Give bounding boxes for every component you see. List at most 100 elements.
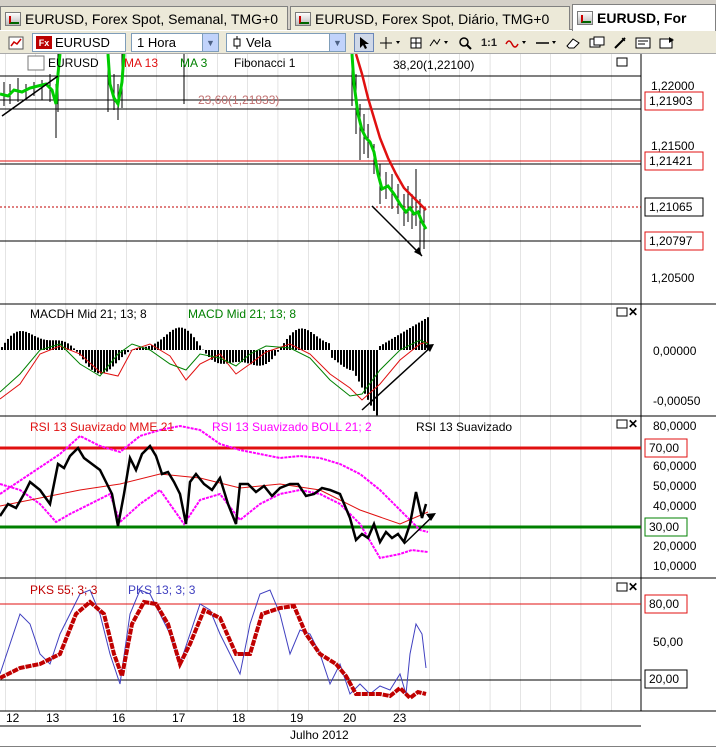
tab-label: EURUSD, Forex Spot, Semanal, TMG+0 [25, 10, 278, 27]
rsi-tick: 80,0000 [653, 419, 697, 433]
tab-weekly[interactable]: EURUSD, Forex Spot, Semanal, TMG+0 [0, 6, 288, 30]
legend-macdh[interactable]: MACDH Mid 21; 13; 8 [30, 307, 147, 321]
fibonacci-icon [505, 39, 526, 48]
close-icon[interactable]: ✕ [628, 580, 638, 594]
close-icon[interactable]: ✕ [628, 417, 638, 431]
copy-icon [589, 36, 605, 47]
data-window-button[interactable] [408, 33, 424, 52]
legend-ma13[interactable]: MA 13 [124, 56, 158, 70]
price-box-1: 1,21903 [644, 91, 704, 111]
symbol-input[interactable]: Fx EURUSD [32, 33, 126, 52]
pks-tick: 50,00 [653, 635, 683, 649]
last-price-box: 1,21065 [644, 197, 704, 217]
fx-badge: Fx [36, 36, 52, 49]
rsi-tick: 50,0000 [653, 479, 697, 493]
indicators-button[interactable] [428, 33, 452, 52]
settings-icon [635, 37, 651, 48]
time-label: 16 [112, 711, 126, 725]
price-tick: 1,21500 [651, 139, 695, 153]
data-window-icon [410, 37, 422, 48]
fibonacci-tool-button[interactable] [504, 33, 532, 52]
svg-text:1,21065: 1,21065 [649, 200, 693, 214]
legend-pks55[interactable]: PKS 55; 3; 3 [30, 583, 98, 597]
legend-rsi-boll[interactable]: RSI 13 Suavizado BOLL 21; 2 [212, 420, 372, 434]
eraser-button[interactable] [564, 33, 582, 52]
tab-label: EURUSD, For [597, 10, 687, 26]
legend-ma3[interactable]: MA 3 [180, 56, 208, 70]
tab-daily[interactable]: EURUSD, Forex Spot, Diário, TMG+0 [290, 6, 570, 30]
tab-bar: EURUSD, Forex Spot, Semanal, TMG+0 EURUS… [0, 0, 716, 31]
one-to-one-button[interactable]: 1:1 [478, 33, 500, 52]
symbol-legend-icon [27, 55, 45, 71]
cursor-icon [360, 36, 369, 49]
legend-pks13[interactable]: PKS 13; 3; 3 [128, 583, 196, 597]
time-label: 18 [232, 711, 246, 725]
chart-icon [5, 11, 21, 26]
rsi-tick: 10,0000 [653, 559, 697, 573]
chart-menu-button[interactable] [6, 33, 26, 52]
vertical-gridlines [0, 54, 641, 711]
chart-type-select[interactable]: Vela ▼ [226, 33, 346, 52]
price-tick: 1,20500 [651, 271, 695, 285]
maximize-icon[interactable] [616, 307, 628, 317]
legend-rsi-mme[interactable]: RSI 13 Suavizado MME 21 [30, 420, 174, 434]
crosshair-icon [380, 36, 400, 49]
timeframe-value: 1 Hora [137, 35, 177, 50]
indicators-icon [429, 38, 448, 46]
pks-box-80: 80,00 [644, 594, 688, 614]
crosshair-tool-button[interactable] [378, 33, 404, 52]
legend-rsi[interactable]: RSI 13 Suavizado [416, 420, 512, 434]
hline-tool-button[interactable] [534, 33, 562, 52]
price-box-2: 1,21421 [644, 151, 704, 171]
rsi-tick: 40,0000 [653, 499, 697, 513]
timeframe-select[interactable]: 1 Hora ▼ [131, 33, 219, 52]
zoom-icon [459, 36, 472, 50]
maximize-icon[interactable] [616, 57, 628, 67]
candle-icon [233, 36, 241, 49]
macd-tick: -0,00050 [653, 394, 701, 408]
chart-icon [577, 11, 593, 25]
time-label: 20 [343, 711, 357, 725]
fib-label-236: 23,60(1,21833) [198, 93, 279, 107]
fib-label-382: 38,20(1,22100) [393, 58, 474, 72]
chart-type-value: Vela [246, 35, 272, 50]
cursor-tool-button[interactable] [354, 33, 374, 52]
chart-icon [295, 11, 311, 26]
tab-hourly[interactable]: EURUSD, For [572, 4, 716, 31]
maximize-icon[interactable] [616, 582, 628, 592]
legend-symbol[interactable]: EURUSD [48, 56, 99, 70]
export-button[interactable] [658, 33, 676, 52]
pks-box-20: 20,00 [644, 669, 688, 689]
close-icon[interactable]: ✕ [628, 305, 638, 319]
tab-label: EURUSD, Forex Spot, Diário, TMG+0 [315, 10, 550, 27]
copy-button[interactable] [588, 33, 606, 52]
svg-text:30,00: 30,00 [649, 520, 679, 534]
settings-button[interactable] [634, 33, 652, 52]
chart-area[interactable]: EURUSD MA 13 MA 3 Fibonacci 1 38,20(1,22… [0, 54, 716, 747]
svg-text:1,21421: 1,21421 [649, 154, 693, 168]
hline-icon [536, 40, 556, 44]
time-label: 23 [393, 711, 407, 725]
zoom-button[interactable] [456, 33, 474, 52]
rsi-box-30: 30,00 [644, 517, 688, 537]
legend-macd[interactable]: MACD Mid 21; 13; 8 [188, 307, 296, 321]
svg-text:70,00: 70,00 [649, 441, 679, 455]
maximize-icon[interactable] [616, 419, 628, 429]
svg-text:20,00: 20,00 [649, 672, 679, 686]
svg-text:1,20797: 1,20797 [649, 234, 693, 248]
time-label: 13 [46, 711, 60, 725]
rsi-tick: 20,0000 [653, 539, 697, 553]
export-icon [659, 36, 674, 48]
draw-button[interactable] [612, 33, 628, 52]
price-tick: 1,22000 [651, 79, 695, 93]
month-label: Julho 2012 [290, 728, 349, 742]
draw-icon [614, 36, 626, 49]
legend-fibonacci[interactable]: Fibonacci 1 [234, 56, 296, 70]
chevron-down-icon: ▼ [202, 34, 218, 51]
chart-toolbar: Fx EURUSD 1 Hora ▼ Vela ▼ 1:1 [0, 31, 716, 54]
time-axis: 12 13 16 17 18 19 20 23 Julho 2012 [0, 711, 716, 747]
macd-tick: 0,00000 [653, 344, 697, 358]
time-label: 19 [290, 711, 304, 725]
rsi-tick: 60,0000 [653, 459, 697, 473]
price-box-3: 1,20797 [644, 231, 704, 251]
